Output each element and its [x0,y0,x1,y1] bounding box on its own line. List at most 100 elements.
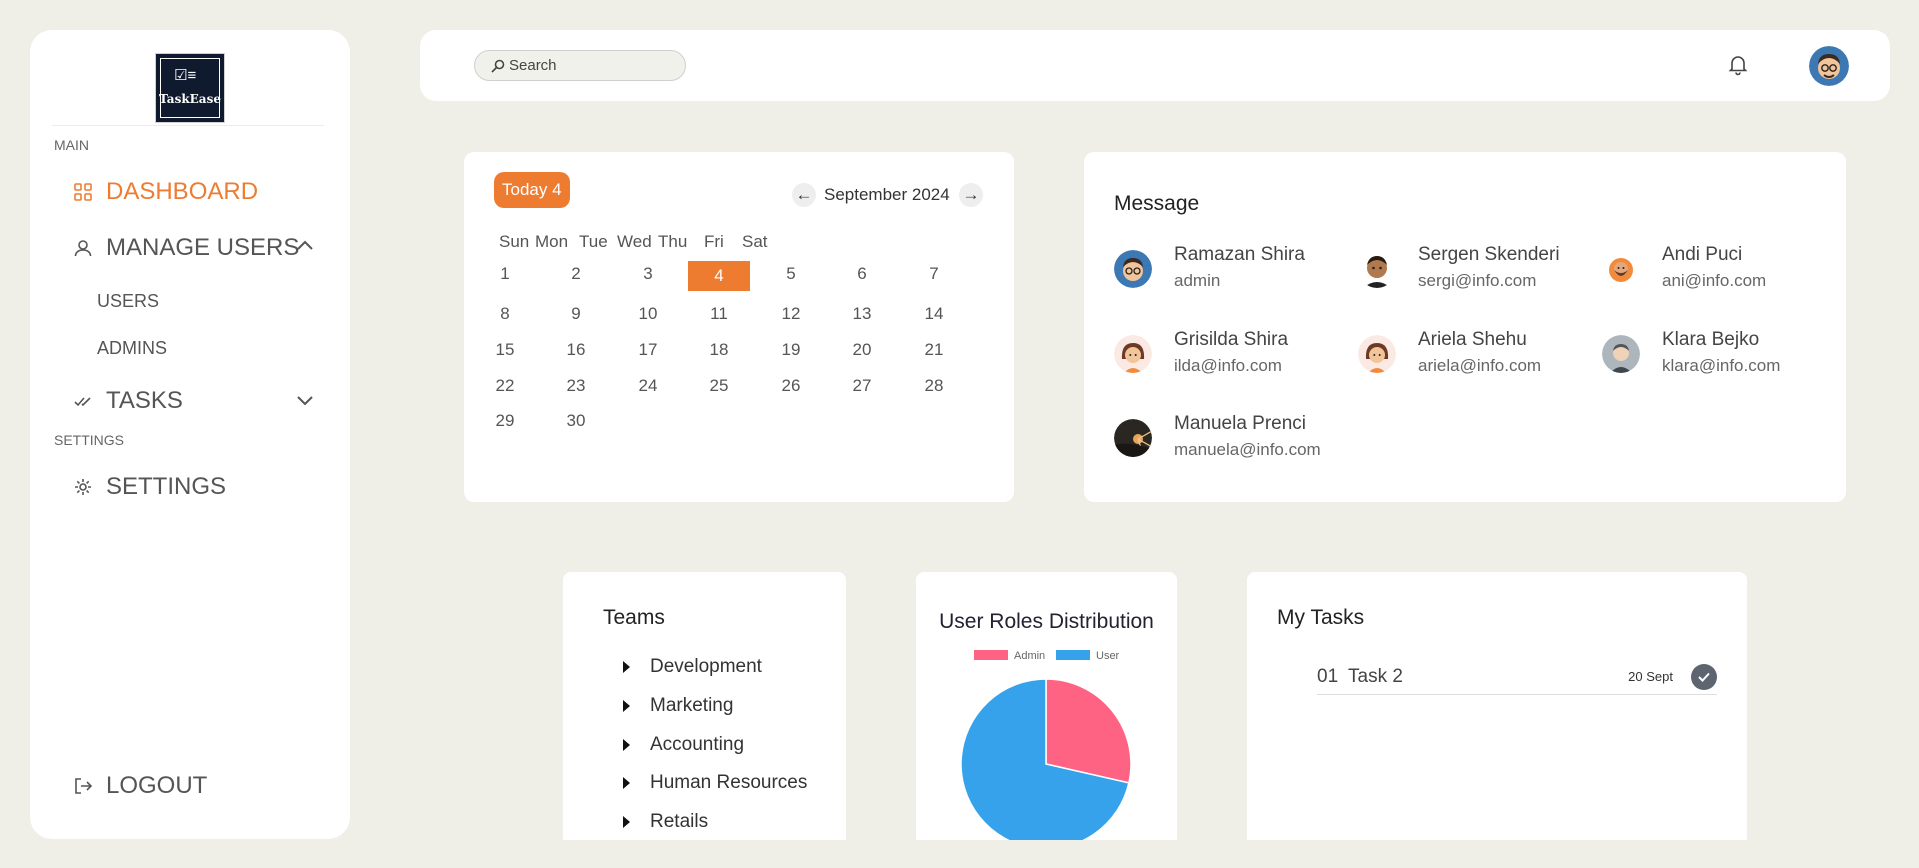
my-tasks-card: My Tasks 01 Task 2 20 Sept [1247,572,1747,840]
weekday-label: Fri [704,232,724,251]
chevron-down-icon[interactable] [296,391,314,409]
logout-button[interactable]: LOGOUT [74,772,207,800]
contact-item[interactable]: Manuela Prenci manuela@info.com [1114,413,1354,463]
calendar-day[interactable]: 3 [617,264,679,284]
calendar-day[interactable]: 29 [474,411,536,431]
today-button[interactable]: Today 4 [494,172,570,208]
contact-item[interactable]: Grisilda Shira ilda@info.com [1114,329,1354,379]
calendar-day[interactable]: 11 [688,304,750,324]
legend-item-user[interactable]: User [1056,650,1120,662]
calendar-day[interactable]: 19 [760,340,822,360]
sidebar-item-label: DASHBOARD [106,178,259,205]
bell-icon[interactable] [1726,52,1750,76]
sidebar-item-dashboard[interactable]: DASHBOARD [74,178,258,206]
team-item[interactable]: Development [623,656,762,678]
contact-name: Andi Puci [1662,244,1743,265]
teams-card: Teams Development Marketing Accounting H… [563,572,846,840]
calendar-day[interactable]: 13 [831,304,893,324]
team-item[interactable]: Accounting [623,734,744,756]
calendar-day[interactable]: 27 [831,376,893,396]
calendar-card: Today 4 ← September 2024 → Sun Mon Tue W… [464,152,1014,502]
legend-swatch [1056,650,1090,660]
taskease-logo[interactable]: ☑≡ TaskEase [155,53,225,123]
calendar-day[interactable]: 23 [545,376,607,396]
calendar-day[interactable]: 12 [760,304,822,324]
section-label-settings: SETTINGS [54,432,125,448]
contact-email: ilda@info.com [1174,356,1282,375]
calendar-day[interactable]: 26 [760,376,822,396]
calendar-day[interactable]: 22 [474,376,536,396]
caret-right-icon [623,777,630,789]
messages-title: Message [1114,192,1200,215]
calendar-day[interactable]: 1 [474,264,536,284]
weekday-label: Mon [535,232,569,251]
contact-avatar [1114,419,1152,457]
teams-title: Teams [603,606,665,629]
contact-avatar [1114,335,1152,373]
caret-right-icon [623,816,630,828]
sidebar-item-manage-users[interactable]: MANAGE USERS [74,234,299,262]
calendar-day[interactable]: 4 [688,261,750,291]
sidebar-item-settings[interactable]: SETTINGS [74,473,226,501]
calendar-day[interactable]: 15 [474,340,536,360]
calendar-day[interactable]: 30 [545,411,607,431]
team-item[interactable]: Human Resources [623,772,807,794]
sidebar-item-admins[interactable]: ADMINS [97,338,167,359]
weekday-label: Tue [579,232,608,251]
calendar-day[interactable]: 6 [831,264,893,284]
task-row[interactable]: 01 Task 2 20 Sept [1317,652,1717,695]
search-icon [491,59,505,73]
weekday-label: Thu [658,232,688,251]
calendar-day[interactable]: 5 [760,264,822,284]
month-label: September 2024 [824,185,950,204]
calendar-day[interactable]: 17 [617,340,679,360]
search-input[interactable] [509,57,659,74]
user-roles-chart: User Roles Distribution Admin User [916,572,1177,840]
contact-name: Sergen Skenderi [1418,244,1560,265]
calendar-day[interactable]: 8 [474,304,536,324]
calendar-day[interactable]: 28 [903,376,965,396]
section-label-main: MAIN [54,137,89,153]
contact-name: Manuela Prenci [1174,413,1307,434]
legend-item-admin[interactable]: Admin [974,650,1045,662]
contact-item[interactable]: Sergen Skenderi sergi@info.com [1358,244,1598,294]
contact-item[interactable]: Ramazan Shira admin [1114,244,1354,294]
team-item[interactable]: Marketing [623,695,733,717]
contact-item[interactable]: Andi Puci ani@info.com [1602,244,1842,294]
calendar-day[interactable]: 20 [831,340,893,360]
calendar-day[interactable]: 25 [688,376,750,396]
top-header [420,30,1890,101]
team-item[interactable]: Retails [623,811,708,833]
calendar-day[interactable]: 14 [903,304,965,324]
logout-label: LOGOUT [106,772,208,799]
user-icon [74,239,92,257]
legend-swatch [974,650,1008,660]
calendar-day[interactable]: 7 [903,264,965,284]
contact-item[interactable]: Klara Bejko klara@info.com [1602,329,1842,379]
calendar-day[interactable]: 10 [617,304,679,324]
calendar-day[interactable]: 18 [688,340,750,360]
sidebar-item-tasks[interactable]: TASKS [74,387,183,415]
next-month-button[interactable]: → [959,183,983,207]
user-avatar[interactable] [1809,46,1849,86]
chevron-up-icon[interactable] [296,237,314,255]
task-name: Task 2 [1348,666,1403,687]
sidebar-item-users[interactable]: USERS [97,291,159,312]
calendar-day[interactable]: 24 [617,376,679,396]
calendar-day[interactable]: 9 [545,304,607,324]
calendar-day[interactable]: 16 [545,340,607,360]
tasks-title: My Tasks [1277,606,1365,629]
contact-item[interactable]: Ariela Shehu ariela@info.com [1358,329,1598,379]
check-icon[interactable] [1691,664,1717,690]
contact-avatar [1602,250,1640,288]
calendar-day[interactable]: 21 [903,340,965,360]
sidebar-item-label: TASKS [106,387,183,414]
legend-label: Admin [1014,650,1045,662]
team-label: Development [650,656,762,677]
double-check-icon [74,392,92,410]
calendar-day[interactable]: 2 [545,264,607,284]
search-box[interactable] [474,50,686,81]
weekday-label: Wed [617,232,652,251]
prev-month-button[interactable]: ← [792,183,816,207]
messages-card: Message Ramazan Shira admin Sergen Skend… [1084,152,1846,502]
